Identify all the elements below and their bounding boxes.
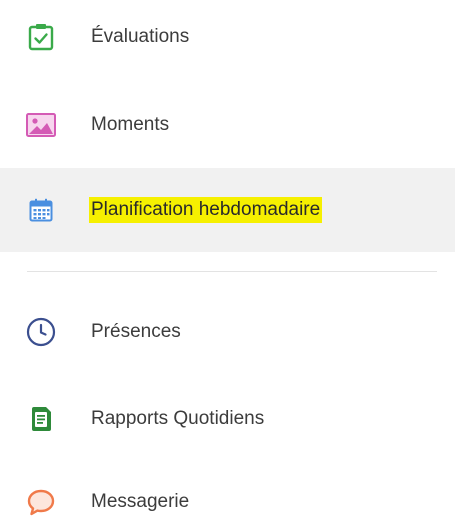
- sidebar-item-planification[interactable]: Planification hebdomadaire: [0, 168, 455, 252]
- sidebar-item-label: Évaluations: [91, 26, 190, 47]
- sidebar-item-messagerie[interactable]: Messagerie: [0, 460, 455, 519]
- sidebar-item-label: Présences: [91, 321, 181, 342]
- sidebar-menu: Évaluations Moments Planification hebdom…: [0, 0, 455, 519]
- calendar-icon: [26, 195, 56, 225]
- sidebar-item-label: Moments: [91, 114, 170, 135]
- sidebar-item-evaluations[interactable]: Évaluations: [0, 0, 455, 79]
- sidebar-item-rapports[interactable]: Rapports Quotidiens: [0, 377, 455, 461]
- sidebar-item-label: Messagerie: [91, 491, 190, 512]
- sidebar-item-presences[interactable]: Présences: [0, 290, 455, 374]
- menu-divider: [27, 271, 437, 272]
- sidebar-item-label: Rapports Quotidiens: [91, 408, 265, 429]
- clipboard-check-icon: [26, 22, 56, 52]
- image-icon: [26, 110, 56, 140]
- sidebar-item-moments[interactable]: Moments: [0, 83, 455, 167]
- sidebar-item-label: Planification hebdomadaire: [89, 197, 323, 223]
- daily-report-icon: [26, 404, 56, 434]
- chat-bubble-icon: [26, 487, 56, 517]
- clock-icon: [26, 317, 56, 347]
